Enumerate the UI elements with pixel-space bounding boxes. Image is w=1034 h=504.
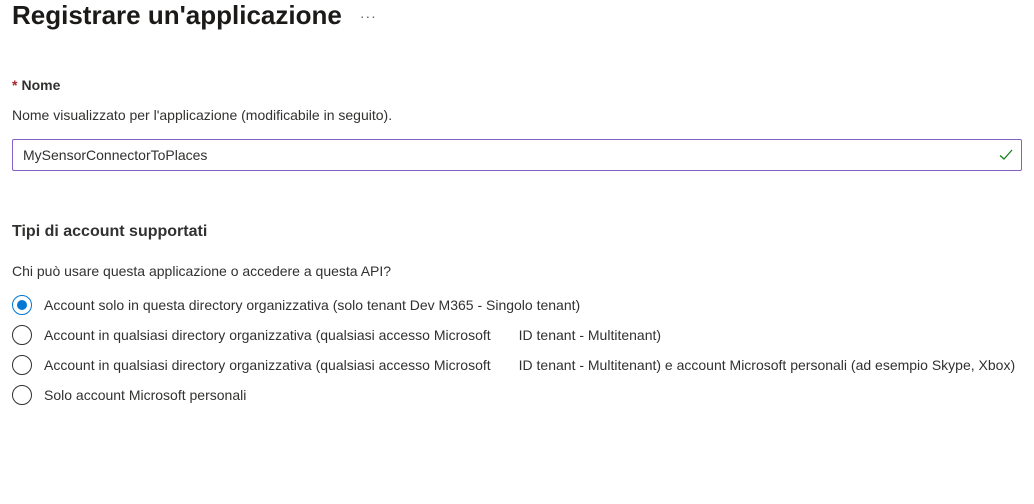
radio-button[interactable] [12, 295, 32, 315]
radio-label-part: ID tenant - Multitenant) e account Micro… [519, 357, 1015, 373]
account-types-question: Chi può usare questa applicazione o acce… [12, 263, 1022, 279]
name-field-description: Nome visualizzato per l'applicazione (mo… [12, 107, 1022, 123]
radio-label: Account solo in questa directory organiz… [44, 295, 580, 315]
name-label-text: Nome [21, 77, 60, 93]
more-icon[interactable]: ··· [360, 8, 377, 24]
radio-button[interactable] [12, 385, 32, 405]
account-types-radio-group: Account solo in questa directory organiz… [12, 295, 1022, 405]
radio-option-personal-only[interactable]: Solo account Microsoft personali [12, 385, 1022, 405]
name-input-wrapper [12, 139, 1022, 171]
radio-label-part: ID tenant - Multitenant) [519, 327, 661, 343]
radio-label: Solo account Microsoft personali [44, 385, 246, 405]
name-field-label: *Nome [12, 77, 1022, 93]
page-header: Registrare un'applicazione ··· [12, 0, 1022, 31]
account-types-title: Tipi di account supportati [12, 223, 1022, 241]
radio-option-single-tenant[interactable]: Account solo in questa directory organiz… [12, 295, 1022, 315]
radio-option-multitenant-personal[interactable]: Account in qualsiasi directory organizza… [12, 355, 1022, 375]
name-input[interactable] [12, 139, 1022, 171]
radio-label-part: Account in qualsiasi directory organizza… [44, 357, 491, 373]
radio-label-part: Account in qualsiasi directory organizza… [44, 327, 491, 343]
radio-option-multitenant[interactable]: Account in qualsiasi directory organizza… [12, 325, 1022, 345]
radio-label: Account in qualsiasi directory organizza… [44, 325, 661, 345]
page-title: Registrare un'applicazione [12, 0, 342, 31]
radio-label: Account in qualsiasi directory organizza… [44, 355, 1015, 375]
radio-button[interactable] [12, 325, 32, 345]
radio-button[interactable] [12, 355, 32, 375]
required-indicator: * [12, 77, 17, 93]
checkmark-icon [998, 147, 1014, 163]
radio-selected-dot [17, 300, 27, 310]
